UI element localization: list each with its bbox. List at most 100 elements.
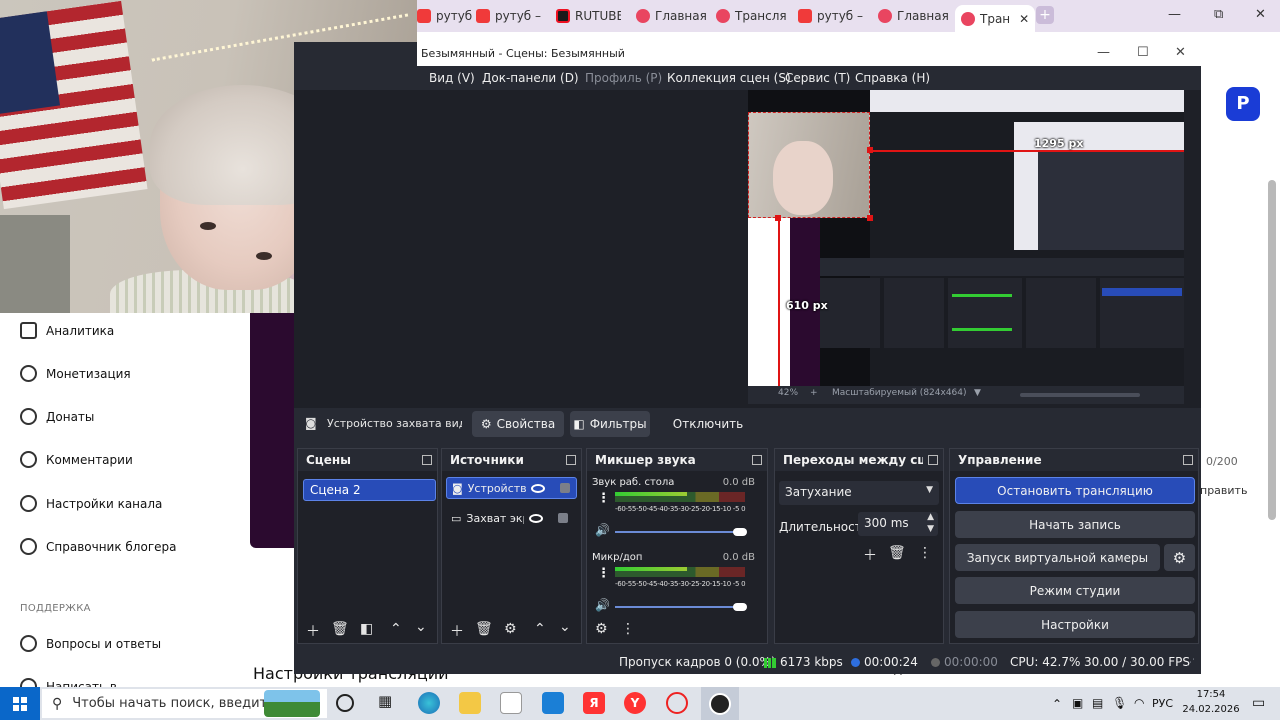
virtual-camera-settings-button[interactable]: ⚙ [1164,544,1195,571]
clock-date[interactable]: 24.02.2026 [1180,704,1242,715]
start-button[interactable] [0,687,40,720]
eye-icon[interactable] [529,513,544,523]
close-icon[interactable]: ✕ [1175,45,1186,60]
tray-app-icon[interactable]: ▤ [1092,696,1103,710]
edge-icon[interactable] [418,692,440,714]
arrow-down-icon[interactable]: ⌄ [415,619,427,635]
advanced-audio-icon[interactable]: ⚙ [595,621,608,637]
browser-tab[interactable]: рутуб – [798,5,870,27]
eye-icon[interactable] [530,483,545,493]
filter-icon[interactable]: ◧ [360,621,373,637]
task-view-icon[interactable]: ▦ [378,692,400,714]
browser-tab[interactable]: RUTUBE [556,5,621,27]
source-item[interactable]: ▭ Захват экрана [446,507,577,529]
new-tab-button[interactable]: + [1036,6,1054,24]
support-item[interactable]: Вопросы и ответы [20,635,161,652]
trash-icon[interactable]: 🗑 [475,621,493,637]
sidebar-item[interactable]: Монетизация [20,365,131,382]
speaker-icon[interactable]: 🔊 [595,598,610,612]
volume-slider-handle[interactable] [733,603,747,611]
add-icon[interactable]: ＋ [306,621,320,641]
browser-tab[interactable]: Главная [636,5,706,27]
edit-link[interactable]: править [1200,484,1247,497]
tray-chevron-icon[interactable]: ⌃ [1052,697,1062,711]
transition-select[interactable]: Затухание ▼ [779,481,939,505]
trash-icon[interactable]: 🗑 [331,621,349,637]
source-item[interactable]: ◙ Устройство захвата видео [446,477,577,499]
taskbar-search[interactable]: ⚲ Чтобы начать поиск, введите [42,689,327,718]
undock-icon[interactable] [422,455,432,465]
more-icon[interactable]: ⋮ [597,491,610,506]
volume-slider[interactable] [615,606,745,608]
duration-input[interactable]: 300 ms ▲ ▼ [858,512,938,536]
sidebar-item[interactable]: Справочник блогера [20,538,176,555]
zoom-level[interactable]: 42% [778,388,798,398]
arrow-down-icon[interactable]: ⌄ [559,619,571,635]
more-icon[interactable]: ⋮ [621,621,635,637]
undock-icon[interactable] [1183,455,1193,465]
disconnect-button[interactable]: Отключить [666,411,750,437]
lock-icon[interactable] [559,483,570,493]
lock-icon[interactable] [558,513,569,523]
undock-icon[interactable] [928,455,938,465]
browser-tab[interactable]: рутуб – [476,5,548,27]
undock-icon[interactable] [566,455,576,465]
store-icon[interactable] [500,692,522,714]
sidebar-item[interactable]: Аналитика [20,322,114,339]
close-window-icon[interactable]: ✕ [1255,7,1266,22]
browser-tab-active[interactable]: Тран ✕ [955,5,1036,32]
playstation-icon[interactable]: P [1226,87,1260,121]
gear-icon[interactable]: ⚙ [504,621,517,637]
start-virtual-camera-button[interactable]: Запуск виртуальной камеры [955,544,1160,571]
undock-icon[interactable] [752,455,762,465]
properties-button[interactable]: ⚙ Свойства [472,411,564,437]
filters-button[interactable]: ◧ Фильтры [570,411,650,437]
maximize-icon[interactable]: ☐ [1137,45,1149,60]
file-explorer-icon[interactable] [459,692,481,714]
sidebar-item[interactable]: Донаты [20,408,94,425]
mail-icon[interactable] [542,692,564,714]
preview-canvas[interactable]: 1295 px 610 px [748,90,1184,386]
sidebar-item[interactable]: Комментарии [20,451,133,468]
chevron-down-icon[interactable]: ▼ [974,388,981,398]
add-icon[interactable]: ＋ [450,621,464,641]
restore-icon[interactable]: ⧉ [1214,7,1223,22]
menu-item[interactable]: Справка (H) [855,71,930,85]
zoom-in-icon[interactable]: + [810,388,818,398]
scene-item[interactable]: Сцена 2 [303,479,436,501]
tray-app-icon[interactable]: ▣ [1072,696,1083,710]
microphone-icon[interactable]: 🎙 [1112,696,1127,710]
studio-mode-button[interactable]: Режим студии [955,577,1195,604]
yandex-browser-icon[interactable]: Y [624,692,646,714]
yandex-icon[interactable]: Я [583,692,605,714]
preview-webcam-source[interactable] [748,112,870,218]
more-icon[interactable]: ⋮ [918,545,932,561]
preview-scrollbar[interactable] [1020,393,1140,397]
obs-taskbar-button[interactable] [701,687,739,720]
volume-slider[interactable] [615,531,745,533]
wifi-icon[interactable]: ◠ [1134,696,1144,710]
sidebar-item[interactable]: Настройки канала [20,495,162,512]
stop-streaming-button[interactable]: Остановить трансляцию [955,477,1195,504]
menu-item[interactable]: Профиль (P) [585,71,662,85]
speaker-icon[interactable]: 🔊 [595,523,610,537]
minimize-icon[interactable]: — [1097,45,1110,60]
settings-button[interactable]: Настройки [955,611,1195,638]
volume-slider-handle[interactable] [733,528,747,536]
trash-icon[interactable]: 🗑 [888,545,906,561]
menu-item[interactable]: Коллекция сцен (S) [667,71,791,85]
spin-up-icon[interactable]: ▲ [927,512,934,522]
clock-time[interactable]: 17:54 [1186,689,1236,700]
cortana-icon[interactable] [336,694,354,712]
resize-handle[interactable] [867,215,873,221]
close-tab-icon[interactable]: ✕ [1019,12,1029,26]
browser-tab[interactable]: Трансля [716,5,786,27]
arrow-up-icon[interactable]: ⌃ [534,621,546,637]
page-scrollbar[interactable] [1268,180,1276,520]
scale-mode[interactable]: Масштабируемый (824x464) [832,388,967,398]
add-icon[interactable]: ＋ [863,545,877,565]
resize-handle[interactable] [775,215,781,221]
opera-icon[interactable] [666,692,688,714]
resize-grip-icon[interactable]: ⋰ [1186,658,1195,668]
menu-item[interactable]: Сервис (T) [785,71,850,85]
